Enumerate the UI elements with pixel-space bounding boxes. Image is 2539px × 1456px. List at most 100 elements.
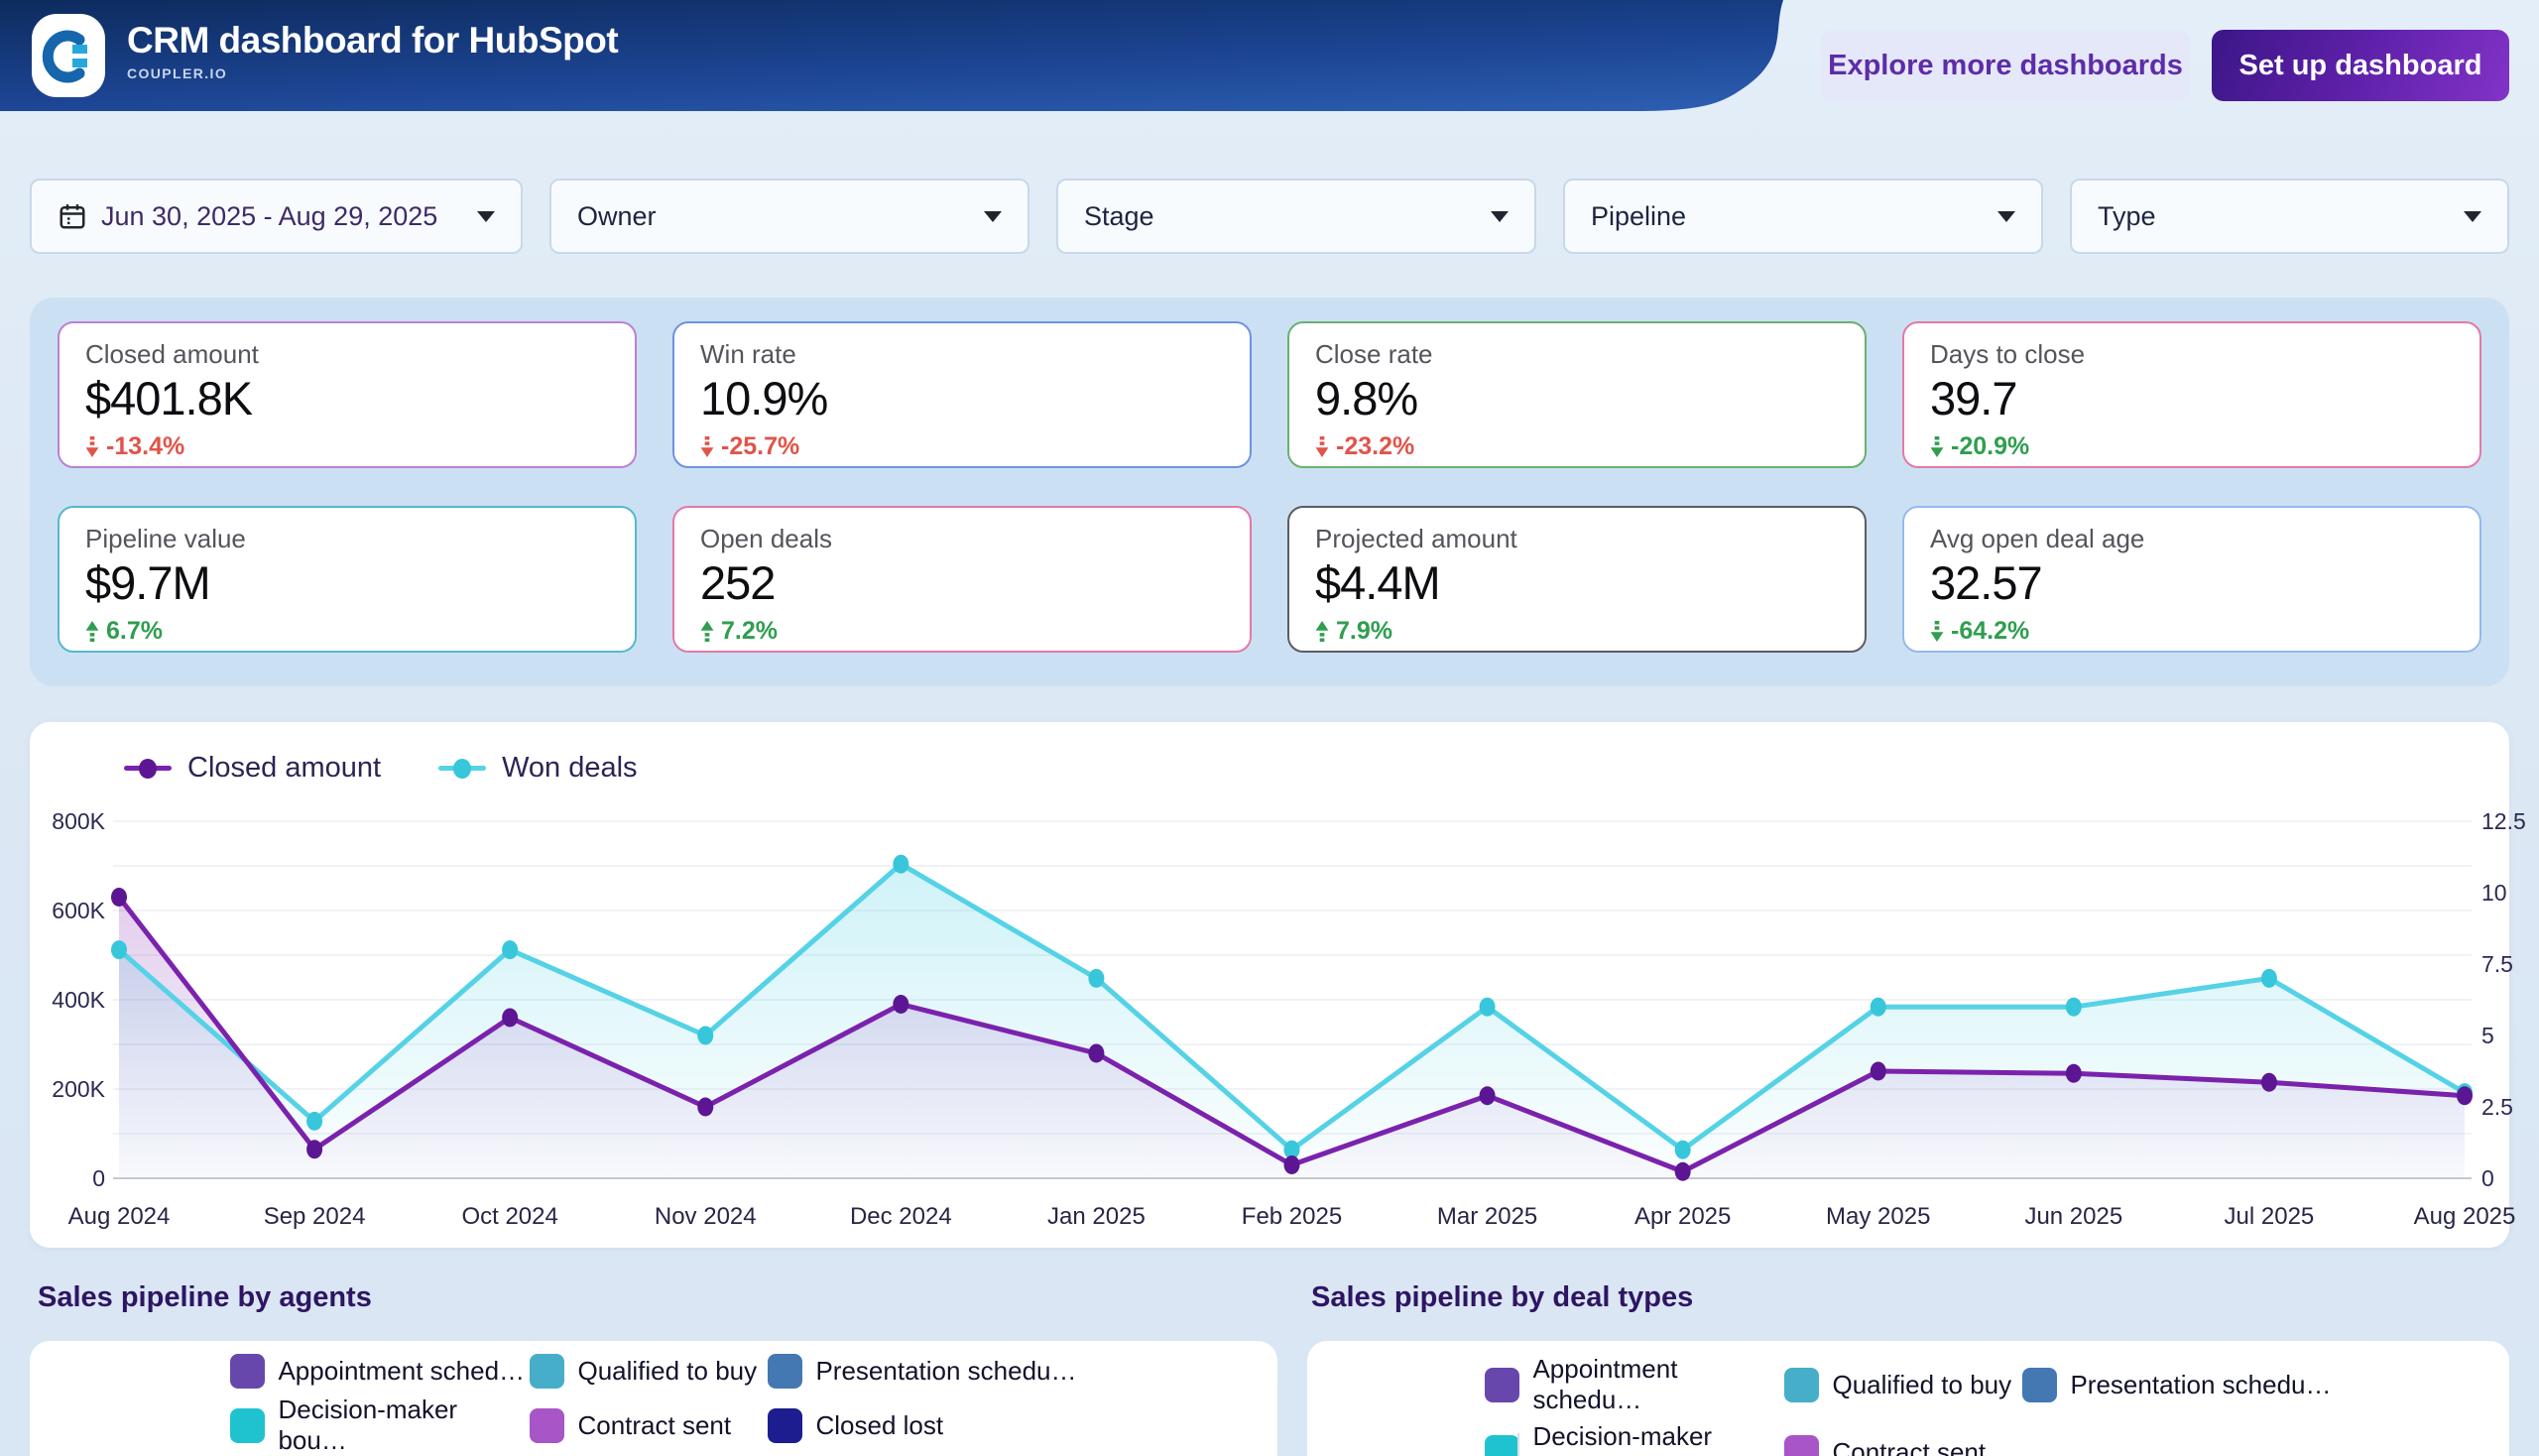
deal-types-chart-legend: Appointment schedu… Qualified to buy Pre…: [1485, 1354, 2331, 1456]
legend-decision-maker[interactable]: Decision-maker bou…: [230, 1395, 530, 1456]
kpi-avg-open-deal-age: Avg open deal age 32.57 -64.2%: [1902, 506, 2481, 653]
legend-presentation-scheduled[interactable]: Presentation schedu…: [768, 1354, 1076, 1389]
legend-swatch: [1784, 1368, 1819, 1402]
legend-won-deals[interactable]: Won deals: [438, 752, 638, 785]
type-filter-label: Type: [2098, 201, 2464, 232]
kpi-value: 39.7: [1930, 373, 2454, 425]
svg-text:Aug 2024: Aug 2024: [68, 1203, 171, 1230]
legend-closed-lost[interactable]: Closed lost: [768, 1395, 1076, 1456]
header-titles: CRM dashboard for HubSpot COUPLER.IO: [127, 20, 618, 81]
legend-qualified-to-buy[interactable]: Qualified to buy: [530, 1354, 768, 1389]
svg-text:Sep 2024: Sep 2024: [264, 1203, 366, 1230]
legend-contract-sent[interactable]: Contract sent: [530, 1395, 768, 1456]
kpi-delta: 7.9%: [1315, 617, 1839, 646]
kpi-days-to-close: Days to close 39.7 -20.9%: [1902, 321, 2481, 468]
svg-text:Dec 2024: Dec 2024: [850, 1203, 952, 1230]
set-up-dashboard-button[interactable]: Set up dashboard: [2212, 30, 2509, 101]
svg-text:10: 10: [2481, 880, 2507, 906]
kpi-projected-amount: Projected amount $4.4M 7.9%: [1287, 506, 1867, 653]
chevron-down-icon: [477, 211, 495, 222]
pipeline-filter-label: Pipeline: [1591, 201, 1997, 232]
page-title: CRM dashboard for HubSpot: [127, 20, 618, 62]
trend-arrow-icon: [85, 436, 99, 457]
deal-types-section-title: Sales pipeline by deal types: [1311, 1281, 1693, 1314]
legend-presentation-scheduled[interactable]: Presentation schedu…: [2022, 1354, 2331, 1415]
legend-label: Qualified to buy: [577, 1356, 757, 1387]
svg-text:2.5: 2.5: [2481, 1094, 2513, 1120]
trend-line-chart: 0200K400K600K800K02.557.51012.5Aug 2024S…: [30, 722, 2509, 1248]
trend-arrow-icon: [1930, 436, 1944, 457]
kpi-close-rate: Close rate 9.8% -23.2%: [1287, 321, 1867, 468]
filter-bar: Jun 30, 2025 - Aug 29, 2025 Owner Stage …: [30, 179, 2509, 254]
kpi-delta: 6.7%: [85, 617, 609, 646]
legend-decision-maker[interactable]: Decision-maker bou…: [1485, 1421, 1784, 1456]
kpi-win-rate: Win rate 10.9% -25.7%: [672, 321, 1252, 468]
svg-text:Jan 2025: Jan 2025: [1047, 1203, 1146, 1230]
kpi-delta: -25.7%: [700, 432, 1224, 461]
kpi-label: Projected amount: [1315, 524, 1839, 554]
legend-qualified-to-buy[interactable]: Qualified to buy: [1784, 1354, 2022, 1415]
legend-label: Closed amount: [187, 752, 381, 785]
trend-arrow-icon: [1315, 436, 1329, 457]
owner-filter-label: Owner: [577, 201, 984, 232]
legend-swatch: [1485, 1368, 1519, 1402]
trend-arrow-icon: [1930, 621, 1944, 642]
legend-label: Appointment schedu…: [1532, 1354, 1784, 1415]
trend-arrow-icon: [700, 436, 714, 457]
kpi-label: Close rate: [1315, 339, 1839, 370]
crm-dashboard: CRM dashboard for HubSpot COUPLER.IO Exp…: [0, 0, 2539, 1456]
svg-text:12.5: 12.5: [2481, 808, 2526, 834]
calendar-icon: [58, 201, 87, 231]
legend-swatch: [768, 1408, 802, 1443]
legend-contract-sent[interactable]: Contract sent: [1784, 1421, 2022, 1456]
kpi-label: Pipeline value: [85, 524, 609, 554]
explore-more-dashboards-button[interactable]: Explore more dashboards: [1821, 30, 2190, 101]
kpi-label: Open deals: [700, 524, 1224, 554]
kpi-closed-amount: Closed amount $401.8K -13.4%: [58, 321, 637, 468]
svg-text:5: 5: [2481, 1023, 2494, 1048]
agents-chart-legend: Appointment sched… Qualified to buy Pres…: [230, 1354, 1076, 1456]
chevron-down-icon: [1491, 211, 1509, 222]
kpi-label: Closed amount: [85, 339, 609, 370]
legend-swatch: [530, 1354, 564, 1389]
kpi-value: $401.8K: [85, 373, 609, 425]
kpi-label: Win rate: [700, 339, 1224, 370]
kpi-delta: -23.2%: [1315, 432, 1839, 461]
svg-text:Feb 2025: Feb 2025: [1242, 1203, 1342, 1230]
legend-appointment-scheduled[interactable]: Appointment sched…: [230, 1354, 530, 1389]
date-range-filter[interactable]: Jun 30, 2025 - Aug 29, 2025: [30, 179, 523, 254]
stage-filter[interactable]: Stage: [1056, 179, 1536, 254]
date-range-value: Jun 30, 2025 - Aug 29, 2025: [101, 201, 477, 232]
legend-swatch: [2022, 1368, 2057, 1402]
svg-text:0: 0: [2481, 1165, 2494, 1191]
legend-label: Decision-maker bou…: [1532, 1421, 1784, 1456]
coupler-logo: [32, 14, 105, 97]
svg-text:Oct 2024: Oct 2024: [461, 1203, 557, 1230]
sales-pipeline-by-agents-card: Appointment sched… Qualified to buy Pres…: [30, 1341, 1277, 1456]
pipeline-filter[interactable]: Pipeline: [1563, 179, 2043, 254]
legend-closed-amount[interactable]: Closed amount: [124, 752, 381, 785]
svg-text:800K: 800K: [52, 808, 105, 834]
legend-appointment-scheduled[interactable]: Appointment schedu…: [1485, 1354, 1784, 1415]
sales-pipeline-by-deal-types-card: Appointment schedu… Qualified to buy Pre…: [1307, 1341, 2509, 1456]
brand-label: COUPLER.IO: [127, 65, 618, 81]
legend-swatch: [230, 1354, 265, 1389]
kpi-delta: -13.4%: [85, 432, 609, 461]
chevron-down-icon: [2464, 211, 2481, 222]
type-filter[interactable]: Type: [2070, 179, 2509, 254]
kpi-open-deals: Open deals 252 7.2%: [672, 506, 1252, 653]
kpi-pipeline-value: Pipeline value $9.7M 6.7%: [58, 506, 637, 653]
legend-swatch: [1784, 1435, 1819, 1456]
legend-label: Decision-maker bou…: [278, 1395, 530, 1456]
chevron-down-icon: [984, 211, 1002, 222]
legend-label: Presentation schedu…: [2070, 1370, 2331, 1400]
svg-text:May 2025: May 2025: [1826, 1203, 1930, 1230]
owner-filter[interactable]: Owner: [549, 179, 1029, 254]
kpi-label: Days to close: [1930, 339, 2454, 370]
svg-text:Aug 2025: Aug 2025: [2414, 1203, 2516, 1230]
stage-filter-label: Stage: [1084, 201, 1491, 232]
kpi-value: 9.8%: [1315, 373, 1839, 425]
bar-chart-axis-line: [1517, 1433, 1519, 1456]
chart-legend: Closed amount Won deals: [124, 752, 638, 785]
legend-label: Qualified to buy: [1832, 1370, 2011, 1400]
